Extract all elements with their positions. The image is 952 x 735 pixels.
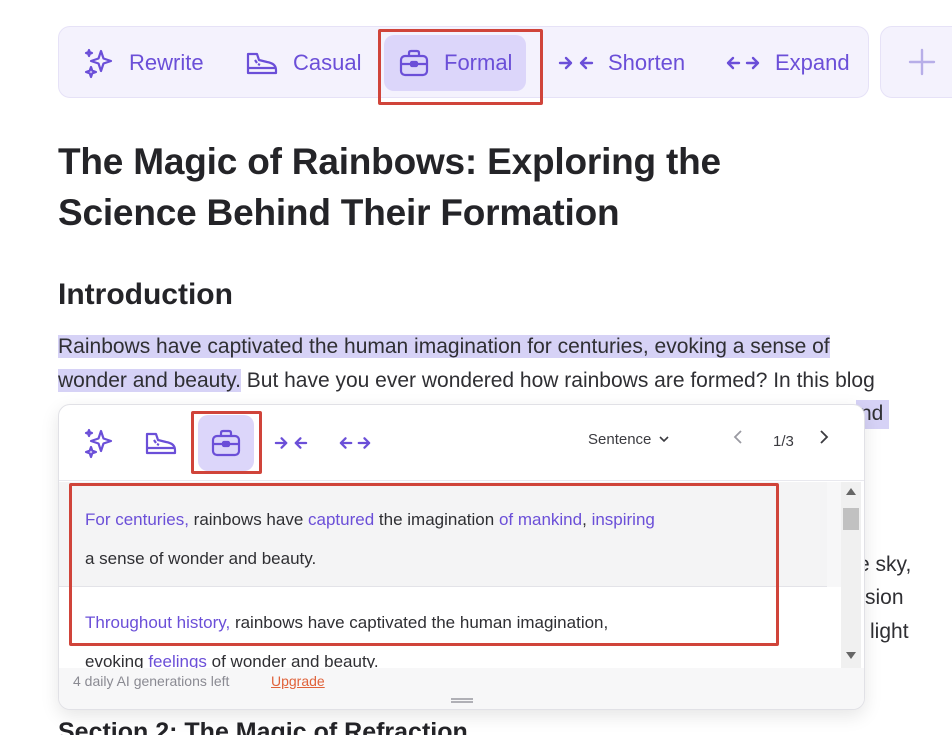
chevron-right-icon: [820, 430, 829, 444]
suggestion-text: of wonder and beauty.: [206, 652, 379, 668]
title-line-1: The Magic of Rainbows: Exploring the: [58, 141, 721, 182]
expand-label: Expand: [775, 50, 850, 75]
chevron-down-icon: [659, 436, 669, 443]
suggestion-text: evoking: [85, 652, 149, 668]
add-action-button[interactable]: [880, 26, 952, 98]
popup-toolbar: Sentence 1/3: [59, 405, 864, 481]
changed-text: inspiring: [591, 510, 655, 529]
popup-footer: 4 daily AI generations left Upgrade: [59, 668, 864, 709]
article-title: The Magic of Rainbows: Exploring the Sci…: [58, 136, 818, 238]
suggestion-text: rainbows have: [188, 510, 309, 529]
plus-icon: [908, 48, 936, 76]
intro-heading: Introduction: [58, 278, 233, 311]
rewrite-label: Rewrite: [129, 50, 204, 75]
casual-button[interactable]: Casual: [231, 35, 375, 91]
generations-left-text: 4 daily AI generations left: [73, 673, 230, 689]
briefcase-icon: [211, 429, 241, 457]
casual-label: Casual: [293, 50, 362, 75]
suggestions-list[interactable]: For centuries, rainbows have captured th…: [59, 482, 849, 668]
paragraph-text: But have you ever wondered how rainbows …: [240, 369, 875, 392]
formal-button[interactable]: Formal: [384, 35, 527, 91]
mode-label: Sentence: [588, 431, 652, 448]
changed-text: For centuries,: [85, 510, 189, 529]
scroll-down-arrow-icon[interactable]: [846, 652, 856, 659]
expand-button[interactable]: Expand: [711, 35, 864, 91]
sparkles-icon: [84, 428, 113, 459]
expand-tool-button[interactable]: [327, 415, 383, 471]
vertical-scrollbar[interactable]: [841, 482, 861, 668]
shorten-tool-button[interactable]: [263, 415, 319, 471]
changed-text: of mankind: [498, 510, 583, 529]
selected-text: Rainbows have captivated the human imagi…: [58, 335, 830, 358]
sneaker-icon: [145, 432, 177, 455]
selected-text: wonder and beauty.: [58, 369, 241, 392]
suggestion-item[interactable]: For centuries, rainbows have captured th…: [59, 482, 827, 587]
scroll-up-arrow-icon[interactable]: [846, 488, 856, 495]
rewrite-tool-button[interactable]: [71, 415, 127, 471]
suggestion-text: the imagination: [374, 510, 499, 529]
resize-grip-icon[interactable]: [451, 698, 473, 703]
title-line-2: Science Behind Their Formation: [58, 192, 620, 233]
paragraph-line: wonder and beauty. But have you ever won…: [58, 364, 875, 397]
casual-tool-button[interactable]: [133, 415, 189, 471]
suggestion-line: Throughout history, rainbows have captiv…: [85, 603, 823, 642]
arrows-in-icon: [558, 56, 594, 70]
upgrade-link[interactable]: Upgrade: [271, 673, 325, 689]
shorten-label: Shorten: [608, 50, 686, 75]
changed-text: captured: [308, 510, 375, 529]
changed-text: feelings: [148, 652, 207, 668]
shorten-button[interactable]: Shorten: [544, 35, 699, 91]
section-heading: Section 2: The Magic of Refraction: [58, 718, 468, 735]
changed-text: Throughout history,: [85, 613, 231, 632]
suggestion-item[interactable]: Throughout history, rainbows have captiv…: [59, 587, 849, 668]
sparkles-icon: [84, 48, 113, 79]
arrows-in-icon: [274, 437, 308, 449]
suggestion-line: a sense of wonder and beauty.: [85, 549, 317, 568]
paragraph-line: Rainbows have captivated the human imagi…: [58, 330, 830, 363]
formal-tool-button[interactable]: [198, 415, 254, 471]
rewrite-toolbar: Rewrite Casual Formal Shorten Expand: [58, 26, 869, 98]
ai-suggestions-popup: Sentence 1/3 For centuries, rainbows hav…: [58, 404, 865, 710]
suggestion-line: evoking feelings of wonder and beauty.: [85, 642, 823, 668]
sneaker-icon: [246, 52, 278, 75]
paragraph-text: light: [870, 620, 909, 643]
formal-label: Formal: [444, 50, 513, 75]
arrows-out-icon: [726, 56, 760, 70]
next-suggestion-button[interactable]: [819, 429, 829, 450]
arrows-out-icon: [339, 437, 371, 449]
briefcase-icon: [399, 49, 429, 77]
mode-select[interactable]: Sentence: [588, 431, 669, 448]
suggestion-text: rainbows have captivated the human imagi…: [230, 613, 609, 632]
chevron-left-icon: [733, 430, 742, 444]
suggestion-counter: 1/3: [773, 433, 794, 450]
suggestion-line: For centuries, rainbows have captured th…: [85, 500, 801, 539]
suggestion-text: ,: [582, 510, 592, 529]
scrollbar-thumb[interactable]: [843, 508, 859, 530]
previous-suggestion-button[interactable]: [733, 429, 743, 450]
paragraph-text: e sky,: [858, 553, 912, 576]
rewrite-button[interactable]: Rewrite: [69, 35, 218, 91]
